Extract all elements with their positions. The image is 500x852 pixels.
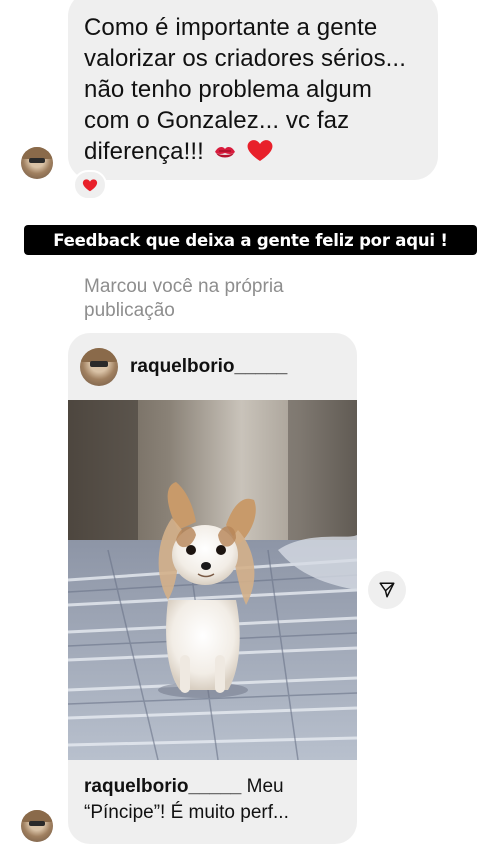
post-author-avatar[interactable] <box>80 348 118 386</box>
banner-text: Feedback que deixa a gente feliz por aqu… <box>53 230 448 250</box>
dog-photo <box>68 400 357 760</box>
red-heart-icon <box>247 140 272 161</box>
message-bubble[interactable]: Como é importante a gente valorizar os c… <box>68 0 438 180</box>
post-author-username[interactable]: raquelborio_____ <box>130 356 287 378</box>
sender-avatar[interactable] <box>21 147 53 179</box>
post-header[interactable]: raquelborio_____ <box>80 347 287 387</box>
share-button[interactable] <box>368 571 406 609</box>
send-icon <box>379 582 395 598</box>
post-caption: raquelborio_____ Meu “Píncipe”! É muito … <box>84 774 349 826</box>
post-image[interactable] <box>68 400 357 760</box>
feedback-banner: Feedback que deixa a gente feliz por aqu… <box>24 225 477 255</box>
message-reaction[interactable] <box>73 170 107 200</box>
shared-post-card[interactable]: raquelborio_____ raquelborio_____ Meu “P… <box>68 333 357 844</box>
kiss-mark-icon <box>214 147 235 158</box>
sender-avatar-bottom[interactable] <box>21 810 53 842</box>
message-text-container: Como é importante a gente valorizar os c… <box>84 12 422 167</box>
caption-username[interactable]: raquelborio_____ <box>84 776 241 797</box>
mention-notice: Marcou você na própria publicação <box>84 276 284 321</box>
heart-reaction-icon <box>82 179 98 192</box>
